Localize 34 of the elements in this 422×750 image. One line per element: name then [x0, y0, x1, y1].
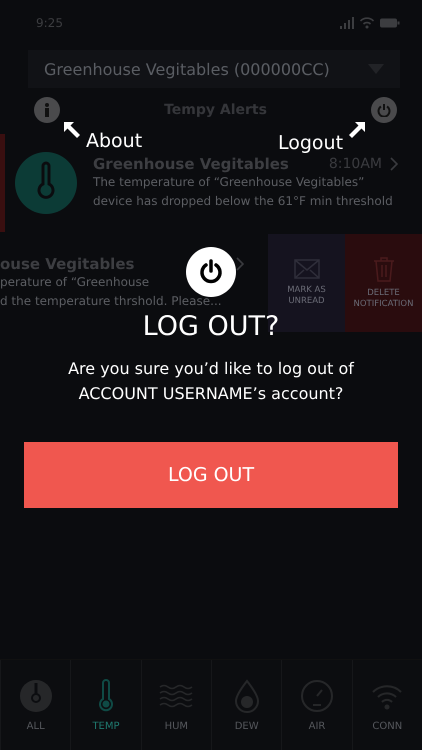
info-button[interactable]: [34, 97, 60, 123]
chevron-icon: [236, 257, 244, 271]
power-icon: [186, 247, 236, 297]
action-label: MARK AS UNREAD: [286, 285, 327, 307]
action-label: DELETE NOTIFICATION: [352, 288, 414, 310]
tab[interactable]: TEMP: [70, 660, 141, 750]
tab[interactable]: CONN: [352, 660, 422, 750]
power-button[interactable]: [370, 97, 397, 123]
wifi-icon: [360, 17, 374, 29]
annotation-label: About: [86, 130, 142, 152]
alert-message: perature of “Greenhouse d the temperature thrshold. Please...: [0, 274, 223, 310]
power-icon: [376, 103, 391, 117]
signal-icon: [338, 17, 354, 29]
battery-icon: [380, 18, 400, 28]
dialog-message: Are you sure you’d like to log out of ACCOUNT USERNAME’s account?: [67, 358, 356, 405]
gauge-icon: [18, 678, 53, 712]
annotation-label: Logout: [278, 132, 344, 154]
thermometer-badge-icon: [15, 152, 77, 214]
device-dropdown[interactable]: Greenhouse Vegitables (000000CC): [28, 50, 400, 88]
info-icon: [44, 103, 50, 117]
alert-message: The temperature of “Greenhouse Vegitables” device has dropped below the 61°F min threshold: [93, 174, 394, 210]
chevron-icon: [390, 157, 398, 171]
envelope-icon: [294, 259, 320, 279]
logout-button[interactable]: LOG OUT: [24, 442, 398, 508]
tab[interactable]: ALL: [0, 660, 70, 750]
trash-icon: [372, 256, 394, 282]
tab[interactable]: HUM: [140, 660, 211, 750]
dial-icon: [300, 678, 334, 712]
tab[interactable]: DEW: [211, 660, 282, 750]
arrow-icon: [62, 120, 82, 140]
tab[interactable]: AIR: [281, 660, 352, 750]
arrow-icon: [347, 120, 368, 140]
dropdown-value: Greenhouse Vegitables (000000CC): [44, 60, 330, 78]
swipe-action[interactable]: DELETE NOTIFICATION: [345, 234, 422, 332]
